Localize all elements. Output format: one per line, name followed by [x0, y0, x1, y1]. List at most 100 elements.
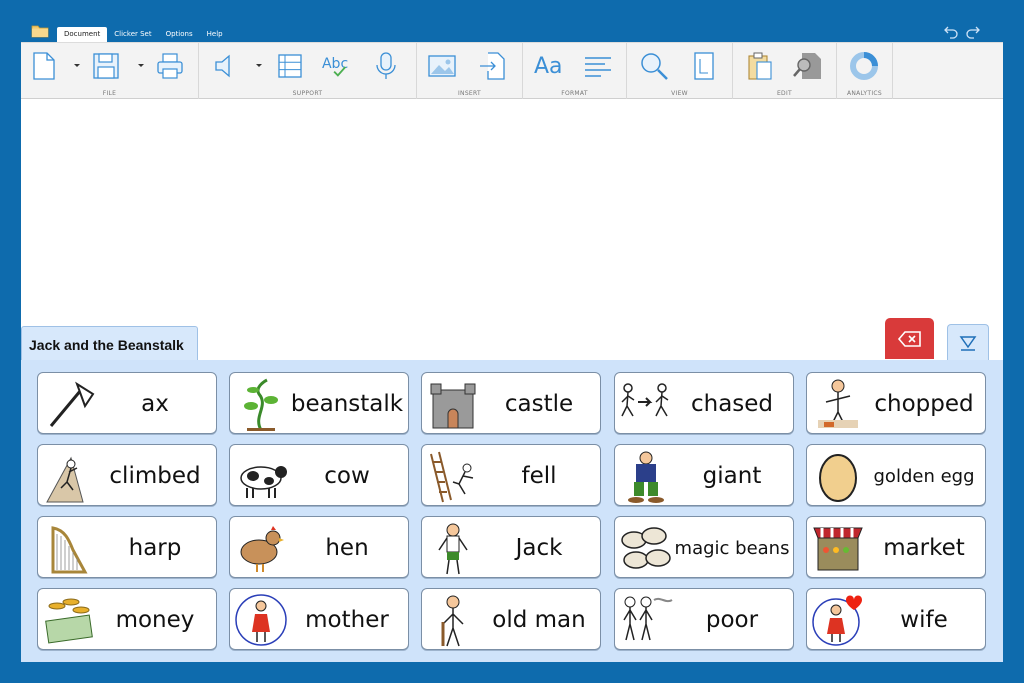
jack-icon	[438, 523, 468, 575]
ribbon-toolbar: FILE Abc SUPPORT INSERT Aa FORMAT VIEW E…	[21, 42, 1003, 99]
triangle-down-icon	[959, 336, 977, 351]
tab-help[interactable]: Help	[200, 27, 230, 42]
menu-tabs: Document Clicker Set Options Help	[57, 27, 230, 42]
word-cell-magic-beans[interactable]: magic beans	[614, 516, 794, 578]
word-cell-jack[interactable]: Jack	[421, 516, 601, 578]
word-label: mother	[305, 607, 389, 633]
word-cell-ax[interactable]: ax	[37, 372, 217, 434]
word-cell-fell[interactable]: fell	[421, 444, 601, 506]
ribbon-group-analytics: ANALYTICS	[837, 43, 893, 99]
ribbon-group-file: FILE	[21, 43, 199, 99]
insert-file-button[interactable]	[477, 50, 507, 82]
ribbon-group-edit: EDIT	[733, 43, 837, 99]
speech-dropdown-icon[interactable]	[255, 63, 263, 69]
insert-picture-button[interactable]	[427, 50, 457, 82]
save-dropdown-icon[interactable]	[137, 63, 145, 69]
voice-input-button[interactable]	[371, 50, 401, 82]
word-label: chased	[690, 391, 774, 417]
speaker-icon	[215, 54, 230, 78]
magic-beans-icon	[621, 527, 671, 569]
page-size-icon	[694, 52, 714, 80]
harp-icon	[51, 526, 88, 574]
print-button[interactable]	[155, 50, 185, 82]
title-bar: Document Clicker Set Options Help	[21, 22, 1003, 42]
word-cell-old-man[interactable]: old man	[421, 588, 601, 650]
word-cell-giant[interactable]: giant	[614, 444, 794, 506]
paste-button[interactable]	[745, 50, 775, 82]
word-cell-climbed[interactable]: climbed	[37, 444, 217, 506]
word-cell-cow[interactable]: cow	[229, 444, 409, 506]
wife-icon	[812, 595, 862, 646]
new-document-icon	[33, 52, 55, 80]
numbered-list-icon	[278, 54, 302, 78]
word-label: cow	[324, 463, 370, 489]
word-label: old man	[492, 607, 586, 633]
ribbon-group-view: VIEW	[627, 43, 733, 99]
mother-icon	[235, 594, 287, 646]
ax-icon	[49, 381, 95, 427]
tab-document[interactable]: Document	[57, 27, 108, 42]
word-cell-hen[interactable]: hen	[229, 516, 409, 578]
picture-icon	[428, 55, 456, 77]
collapse-panel-button[interactable]	[947, 324, 989, 361]
redo-icon[interactable]	[965, 23, 981, 39]
clicker-set-title-tab[interactable]: Jack and the Beanstalk	[21, 326, 198, 361]
ribbon-group-format: Aa FORMAT	[523, 43, 627, 99]
ribbon-group-label: SUPPORT	[292, 90, 323, 97]
ribbon-group-label: ANALYTICS	[846, 90, 883, 97]
word-cell-money[interactable]: money	[37, 588, 217, 650]
word-cell-beanstalk[interactable]: beanstalk	[229, 372, 409, 434]
word-label: golden egg	[873, 465, 975, 487]
market-icon	[813, 527, 863, 571]
climbed-icon	[46, 456, 84, 503]
word-cell-chased[interactable]: chased	[614, 372, 794, 434]
fell-icon	[430, 451, 474, 503]
new-dropdown-icon[interactable]	[73, 63, 81, 69]
new-document-button[interactable]	[29, 50, 59, 82]
clicker-grid: ax beanstalk castle chased chopped climbed cow…	[21, 360, 1003, 662]
save-icon	[93, 53, 119, 79]
chased-icon	[621, 383, 669, 417]
page-view-button[interactable]	[689, 50, 719, 82]
word-cell-market[interactable]: market	[806, 516, 986, 578]
zoom-button[interactable]	[639, 50, 669, 82]
word-cell-castle[interactable]: castle	[421, 372, 601, 434]
word-cell-harp[interactable]: harp	[37, 516, 217, 578]
ribbon-group-label: EDIT	[776, 90, 793, 97]
word-label: Jack	[515, 535, 563, 561]
word-cell-mother[interactable]: mother	[229, 588, 409, 650]
word-cell-golden-egg[interactable]: golden egg	[806, 444, 986, 506]
document-area[interactable]	[21, 100, 1003, 326]
ribbon-group-insert: INSERT	[417, 43, 523, 99]
word-label: harp	[128, 535, 182, 561]
analytics-button[interactable]	[849, 50, 879, 82]
word-cell-poor[interactable]: poor	[614, 588, 794, 650]
golden-egg-icon	[819, 454, 857, 502]
delete-button[interactable]	[885, 318, 934, 359]
tab-options[interactable]: Options	[159, 27, 200, 42]
insert-file-icon	[480, 52, 505, 80]
ribbon-group-label: FORMAT	[561, 90, 588, 97]
undo-icon[interactable]	[943, 23, 959, 39]
font-icon: Aa	[534, 54, 563, 79]
old-man-icon	[441, 595, 464, 647]
spell-check-icon: Abc	[322, 56, 348, 77]
word-label: ax	[141, 391, 169, 417]
speech-button[interactable]	[211, 50, 241, 82]
font-button[interactable]: Aa	[533, 50, 567, 82]
paragraph-button[interactable]	[583, 50, 613, 82]
word-cell-chopped[interactable]: chopped	[806, 372, 986, 434]
word-predictor-button[interactable]	[275, 50, 305, 82]
money-icon	[45, 598, 93, 644]
ribbon-group-label: INSERT	[457, 90, 482, 97]
word-label: magic beans	[674, 537, 790, 559]
word-label: market	[883, 535, 965, 561]
find-button[interactable]	[793, 50, 823, 82]
backspace-icon	[897, 330, 921, 347]
word-cell-wife[interactable]: wife	[806, 588, 986, 650]
tab-clicker-set[interactable]: Clicker Set	[107, 27, 158, 42]
save-button[interactable]	[91, 50, 121, 82]
word-label: money	[115, 607, 195, 633]
folder-icon[interactable]	[31, 23, 49, 38]
spell-check-button[interactable]: Abc	[321, 50, 351, 82]
